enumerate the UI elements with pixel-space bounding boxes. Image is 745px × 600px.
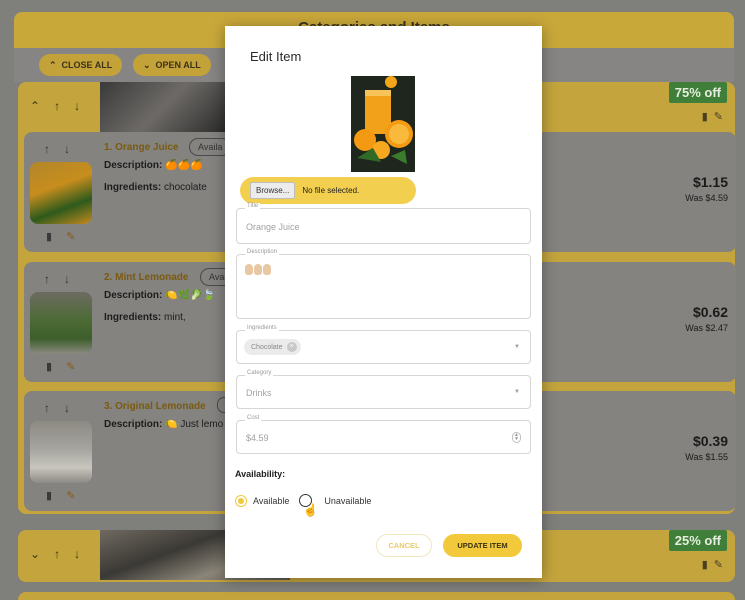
cost-field[interactable]: Cost $4.59 ▲ ▼ [236, 415, 531, 454]
description-input[interactable] [245, 264, 271, 275]
pencil-icon[interactable]: ✎ [714, 559, 729, 571]
chevron-down-icon: ⌄ [143, 59, 151, 70]
trash-icon[interactable]: ▮ [702, 559, 714, 571]
arrow-up-icon[interactable]: ↑ [54, 99, 60, 113]
item-image [30, 292, 92, 354]
arrow-down-icon[interactable]: ↓ [64, 142, 70, 156]
item-price: $0.62 Was $2.47 [685, 304, 728, 333]
trash-icon[interactable]: ▮ [702, 111, 714, 123]
available-radio[interactable] [235, 494, 247, 507]
arrow-up-icon[interactable]: ↑ [54, 547, 60, 561]
item-name: 2. Mint Lemonade [104, 272, 189, 283]
category-panel [18, 592, 735, 600]
trash-icon[interactable]: ▮ [46, 360, 52, 373]
title-field[interactable]: Title Orange Juice [236, 203, 531, 244]
edit-item-dialog: Edit Item Browse... No file selected. Ti… [225, 26, 542, 578]
dropdown-arrow-icon[interactable]: ▼ [514, 344, 520, 350]
category-select[interactable]: Drinks [246, 388, 272, 398]
browse-button[interactable]: Browse... [250, 182, 296, 199]
chevron-down-icon[interactable]: ⌄ [30, 547, 40, 561]
cost-input[interactable]: $4.59 [246, 433, 269, 443]
hand-cursor-icon: ☝ [303, 503, 318, 517]
description-field[interactable]: Description [236, 249, 531, 319]
category-image [100, 82, 226, 132]
discount-badge: 25% off [668, 530, 727, 551]
ingredient-chip[interactable]: Chocolate × [244, 339, 301, 355]
open-all-button[interactable]: ⌄ OPEN ALL [133, 54, 211, 76]
trash-icon[interactable]: ▮ [46, 230, 52, 243]
item-image-preview [351, 76, 415, 172]
chevron-up-icon[interactable]: ⌃ [30, 99, 40, 113]
available-label: Available [253, 495, 290, 506]
unavailable-label: Unavailable [324, 495, 372, 506]
pencil-icon[interactable]: ✎ [714, 111, 729, 123]
file-upload[interactable]: Browse... No file selected. [240, 177, 416, 204]
item-image [30, 421, 92, 483]
category-actions: ▮✎ [702, 558, 729, 571]
trash-icon[interactable]: ▮ [46, 489, 52, 502]
arrow-up-icon[interactable]: ↑ [44, 272, 50, 286]
remove-chip-icon[interactable]: × [286, 342, 297, 352]
arrow-up-icon[interactable]: ↑ [44, 401, 50, 415]
dialog-title: Edit Item [250, 49, 302, 64]
discount-badge: 75% off [668, 82, 727, 103]
dropdown-arrow-icon[interactable]: ▼ [514, 389, 520, 395]
arrow-down-icon[interactable]: ↓ [74, 547, 80, 561]
cancel-button[interactable]: CANCEL [376, 534, 432, 557]
chevron-up-icon: ⌃ [49, 59, 57, 70]
number-spinner-icon[interactable]: ▲ ▼ [512, 432, 521, 443]
item-name: 1. Orange Juice [104, 142, 179, 153]
category-reorder-controls[interactable]: ⌄ ↑ ↓ [30, 547, 80, 561]
pencil-icon[interactable]: ✎ [66, 489, 75, 502]
arrow-down-icon[interactable]: ↓ [64, 272, 70, 286]
item-name: 3. Original Lemonade [104, 401, 206, 412]
category-reorder-controls[interactable]: ⌃ ↑ ↓ [30, 99, 80, 113]
item-price: $1.15 Was $4.59 [685, 174, 728, 203]
arrow-down-icon[interactable]: ↓ [64, 401, 70, 415]
category-field[interactable]: Category Drinks ▼ [236, 370, 531, 409]
arrow-up-icon[interactable]: ↑ [44, 142, 50, 156]
arrow-down-icon[interactable]: ↓ [74, 99, 80, 113]
pencil-icon[interactable]: ✎ [66, 230, 75, 243]
pencil-icon[interactable]: ✎ [66, 360, 75, 373]
item-price: $0.39 Was $1.55 [685, 433, 728, 462]
close-all-button[interactable]: ⌃ CLOSE ALL [39, 54, 123, 76]
ingredients-field[interactable]: Ingredients Chocolate × ▼ [236, 325, 531, 364]
update-item-button[interactable]: UPDATE ITEM [443, 534, 522, 557]
availability-label: Availability: [235, 469, 286, 479]
file-status: No file selected. [302, 186, 360, 195]
title-input[interactable]: Orange Juice [246, 222, 300, 232]
item-image [30, 162, 92, 224]
category-actions: ▮✎ [702, 110, 729, 123]
